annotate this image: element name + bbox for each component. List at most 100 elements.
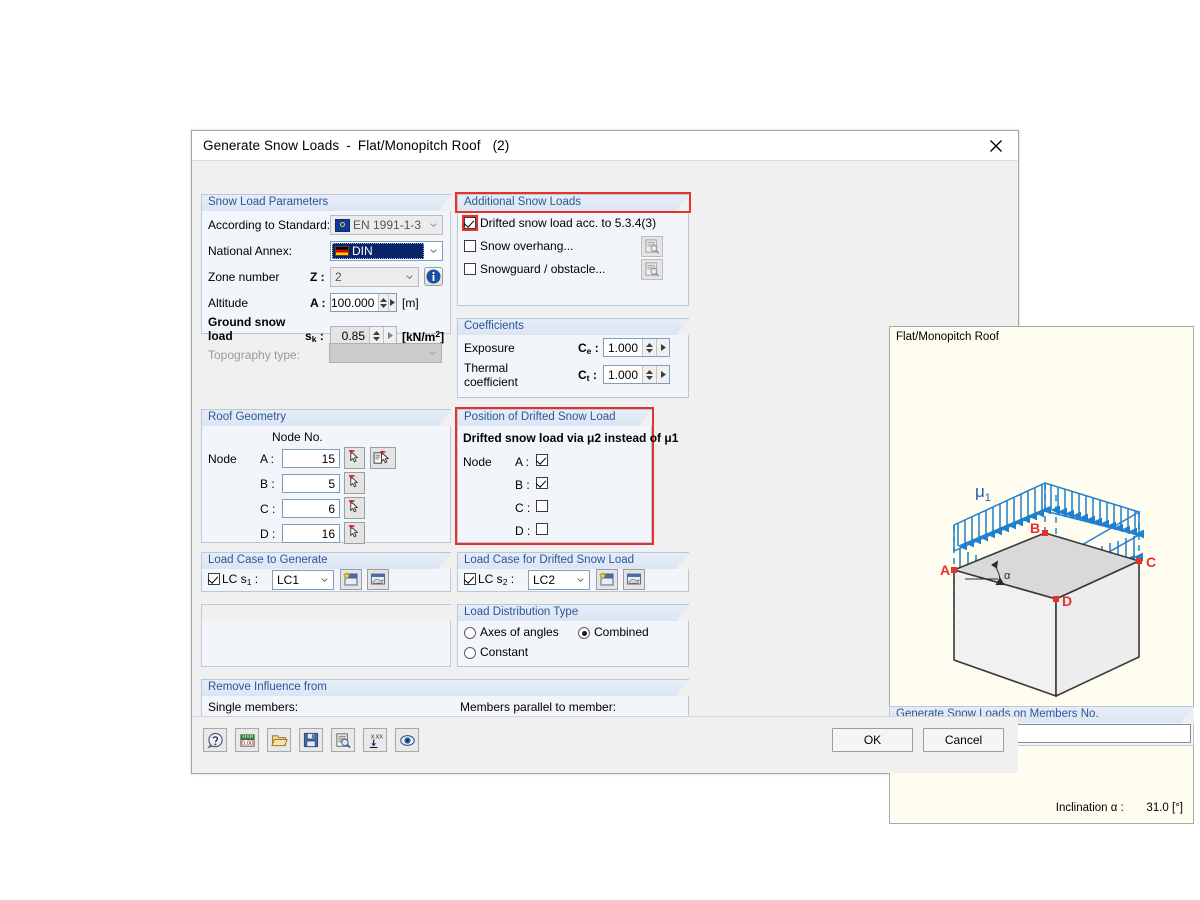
help-button[interactable]: [203, 728, 227, 752]
units-button[interactable]: 0,00: [235, 728, 259, 752]
thermal-label-1: Thermal: [464, 361, 509, 375]
ground-snow-stepper[interactable]: [369, 327, 383, 344]
chevron-down-icon[interactable]: [425, 242, 442, 260]
drift-node-d-checkbox[interactable]: [536, 523, 548, 535]
dialog-subtitle: Flat/Monopitch Roof: [357, 138, 481, 153]
node-marker-c: [1136, 558, 1142, 564]
save-button[interactable]: [299, 728, 323, 752]
new-load-case-icon: [343, 572, 358, 586]
checkbox-drifted-snow-load[interactable]: [462, 215, 478, 231]
topography-label: Topography type:: [208, 348, 301, 362]
zone-number-value: 2: [335, 270, 342, 284]
altitude-more-button[interactable]: [387, 294, 396, 311]
ground-snow-more-button[interactable]: [383, 327, 396, 344]
node-a-pick-button[interactable]: [344, 447, 365, 469]
edit-load-case-icon: [627, 573, 641, 585]
zone-number-symbol: Z :: [310, 270, 325, 284]
group-load-case-to-generate: Load Case to Generate LC s1 : LC1: [201, 552, 451, 592]
thermal-more-button[interactable]: [656, 366, 669, 383]
preview-button[interactable]: [331, 728, 355, 752]
altitude-stepper[interactable]: [378, 294, 388, 311]
node-b-input[interactable]: 5: [282, 474, 340, 493]
thermal-spinner[interactable]: 1.000: [603, 365, 670, 384]
new-load-case-icon: [599, 572, 614, 586]
drift-node-b-checkbox[interactable]: [536, 477, 548, 489]
ground-snow-label-1: Ground snow: [208, 315, 286, 329]
radio-combined[interactable]: [578, 627, 590, 639]
group-legend: Position of Drifted Snow Load: [457, 409, 652, 426]
empty-panel-legend: [201, 604, 451, 621]
node-label: Node: [463, 455, 492, 469]
open-button[interactable]: [267, 728, 291, 752]
node-d-input[interactable]: 16: [282, 524, 340, 543]
ground-snow-label-2: load: [208, 329, 233, 343]
radio-constant[interactable]: [464, 647, 476, 659]
zone-number-combo[interactable]: 2: [330, 267, 419, 287]
lcs1-combo[interactable]: LC1: [272, 570, 334, 590]
checkbox-snowguard-obstacle[interactable]: [464, 263, 476, 275]
dialog-instance-number: (2): [492, 138, 510, 153]
checkbox-snow-overhang[interactable]: [464, 240, 476, 252]
standard-label: According to Standard:: [208, 218, 331, 232]
close-button[interactable]: [974, 131, 1018, 160]
node-a-value: 15: [321, 451, 335, 466]
exposure-symbol: Ce :: [578, 341, 599, 356]
dialog-body: Snow Load Parameters According to Standa…: [192, 161, 1194, 824]
group-legend: Snow Load Parameters: [201, 194, 451, 211]
snowguard-browse-button[interactable]: [641, 259, 663, 280]
generate-snow-loads-dialog: Generate Snow Loads - Flat/Monopitch Roo…: [191, 130, 1194, 824]
pick-node-icon: [348, 525, 359, 538]
altitude-spinner[interactable]: 100.000: [330, 293, 397, 312]
exposure-more-button[interactable]: [656, 339, 669, 356]
lcs2-edit-button[interactable]: [623, 569, 645, 590]
lcs1-edit-button[interactable]: [367, 569, 389, 590]
drift-node-c-checkbox[interactable]: [536, 500, 548, 512]
lcs1-new-button[interactable]: [340, 569, 362, 590]
node-c-input[interactable]: 6: [282, 499, 340, 518]
group-legend: Load Case for Drifted Snow Load: [457, 552, 689, 569]
details-button[interactable]: X XX: [363, 728, 387, 752]
standard-combo[interactable]: EN 1991-1-3: [330, 215, 443, 235]
drifted-description: Drifted snow load via μ2 instead of μ1: [463, 431, 679, 445]
node-list-pick-button[interactable]: [370, 447, 396, 469]
national-annex-combo[interactable]: DIN: [330, 241, 443, 261]
thermal-stepper[interactable]: [642, 366, 656, 383]
cancel-button[interactable]: Cancel: [923, 728, 1004, 752]
zone-number-label: Zone number: [208, 270, 280, 284]
node-c-pick-button[interactable]: [344, 497, 365, 519]
dialog-title: Generate Snow Loads: [203, 138, 340, 153]
lcs2-new-button[interactable]: [596, 569, 618, 590]
lcs1-checkbox[interactable]: [208, 573, 220, 585]
national-annex-value: DIN: [352, 244, 373, 258]
node-a-input[interactable]: 15: [282, 449, 340, 468]
drift-node-a-label: A :: [515, 455, 530, 469]
lcs2-combo[interactable]: LC2: [528, 570, 590, 590]
group-legend: Additional Snow Loads: [455, 192, 691, 213]
zone-info-button[interactable]: [424, 267, 443, 286]
snow-overhang-browse-button[interactable]: [641, 236, 663, 257]
exposure-stepper[interactable]: [642, 339, 656, 356]
exposure-spinner[interactable]: 1.000: [603, 338, 670, 357]
node-a-label: A :: [260, 452, 275, 466]
ground-snow-unit: [kN/m2]: [402, 329, 445, 344]
node-label-d: D: [1062, 593, 1072, 609]
node-c-label: C :: [260, 502, 276, 516]
drift-node-a-checkbox[interactable]: [536, 454, 548, 466]
standard-value: EN 1991-1-3: [353, 218, 422, 232]
node-d-label: D :: [260, 527, 276, 541]
radio-axes-of-angles[interactable]: [464, 627, 476, 639]
ok-button[interactable]: OK: [832, 728, 913, 752]
altitude-label: Altitude: [208, 296, 249, 310]
node-b-pick-button[interactable]: [344, 472, 365, 494]
lcs2-checkbox[interactable]: [464, 573, 476, 585]
label-drifted-snow-load: Drifted snow load acc. to 5.3.4(3): [480, 216, 657, 230]
group-additional-snow-loads: Additional Snow Loads Drifted snow load …: [455, 192, 691, 306]
ground-snow-symbol: sk :: [305, 329, 324, 344]
visibility-button[interactable]: [395, 728, 419, 752]
chevron-down-icon: [425, 216, 442, 234]
lcs1-label: LC s1 :: [222, 572, 259, 587]
node-d-pick-button[interactable]: [344, 522, 365, 544]
topography-combo: [329, 343, 442, 363]
footer-toolbar: 0,00 X XX: [203, 728, 419, 752]
thermal-label-2: coefficient: [464, 375, 518, 389]
